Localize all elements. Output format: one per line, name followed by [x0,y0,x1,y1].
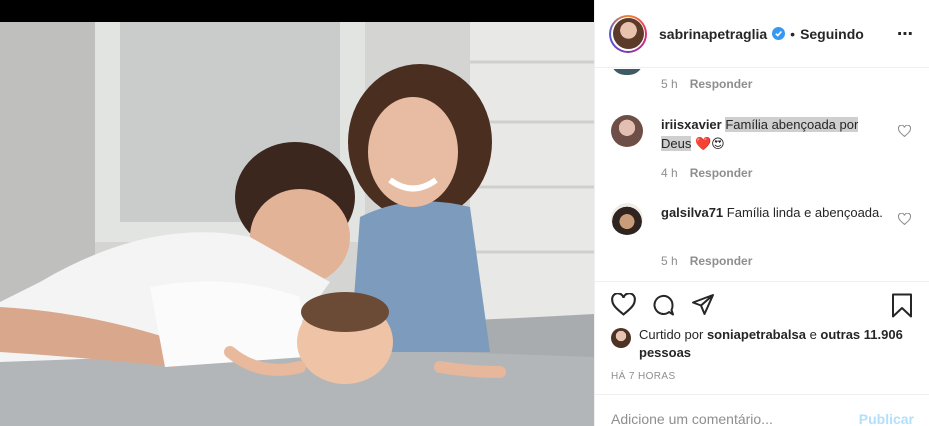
liker-avatar[interactable] [611,328,631,348]
reply-button[interactable]: Responder [690,166,753,180]
commenter-avatar[interactable] [611,115,643,147]
post-photo[interactable] [0,22,594,426]
comment-meta: 5 h Responder [661,77,752,91]
comment-icon[interactable] [651,293,676,320]
comment-meta: 4 h Responder [661,166,752,180]
verified-badge-icon [772,27,786,40]
heart-icon[interactable] [611,292,636,319]
comments-list[interactable]: 5 h Responder iriisxavier Família abençoa… [595,69,929,281]
liker-username[interactable]: soniapetrabalsa [707,327,806,342]
add-comment-bar: Publicar [595,394,929,426]
comment-meta: 5 h Responder [661,254,752,268]
comment-input[interactable] [611,411,831,426]
comment-body: Família linda e abençoada. [726,205,883,220]
post-username[interactable]: sabrinapetraglia [659,26,767,42]
like-comment-heart-icon[interactable] [897,124,912,140]
post-timestamp[interactable]: HÁ 7 HORAS [611,371,676,382]
post-header: sabrinapetraglia • Seguindo ⋯ [595,0,929,68]
liked-by-prefix: Curtido por [639,327,704,342]
commenter-username[interactable]: galsilva71 [661,205,723,220]
top-black-band [0,0,594,22]
commenter-avatar[interactable] [611,203,643,235]
avatar [612,18,644,49]
comment-time: 5 h [661,254,678,268]
separator-dot: • [790,25,796,42]
comment-text: galsilva71 Família linda e abençoada. [661,203,883,222]
comment-avatar-partial [611,69,643,75]
liked-by-conj: e [809,327,817,342]
comment-emoji: ❤️😍 [694,136,725,151]
comment-time: 5 h [661,77,678,91]
commenter-username[interactable]: iriisxavier [661,117,722,132]
story-ring-avatar[interactable] [609,14,647,53]
follow-status-button[interactable]: Seguindo [800,26,864,42]
publish-button[interactable]: Publicar [859,411,914,426]
post-side-panel: sabrinapetraglia • Seguindo ⋯ 5 h Respond… [594,0,929,426]
more-options-icon[interactable]: ⋯ [897,24,914,44]
share-icon[interactable] [691,293,715,320]
like-comment-heart-icon[interactable] [897,212,912,228]
reply-button[interactable]: Responder [690,254,753,268]
reply-button[interactable]: Responder [690,77,753,91]
comment-time: 4 h [661,166,678,180]
comment-text: iriisxavier Família abençoada por Deus ❤… [661,115,883,153]
bookmark-icon[interactable] [891,293,913,321]
